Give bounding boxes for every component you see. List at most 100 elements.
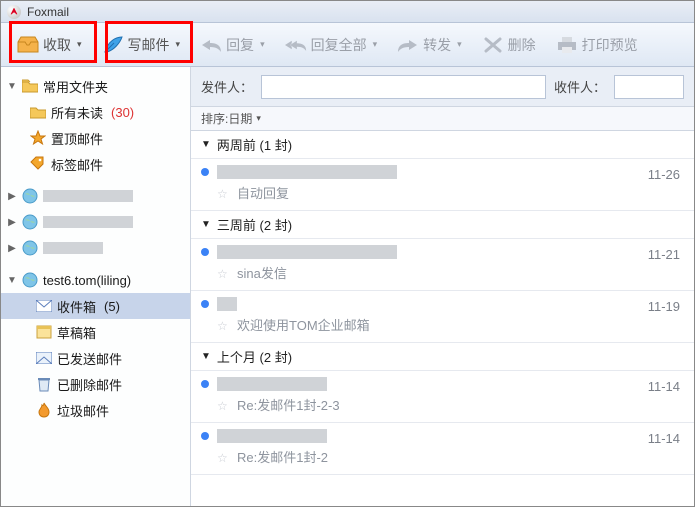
folder-icon xyxy=(21,77,39,95)
account-test6[interactable]: ▼ test6.tom(liling) xyxy=(1,267,190,293)
app-logo-icon xyxy=(7,5,21,19)
tagged-label: 标签邮件 xyxy=(51,155,103,174)
caret-right-icon: ▶ xyxy=(7,243,17,254)
star-outline-icon[interactable]: ☆ xyxy=(217,267,229,279)
print-preview-button[interactable]: 打印预览 xyxy=(550,30,644,60)
forward-label: 转发 xyxy=(423,35,451,55)
pinned-label: 置顶邮件 xyxy=(51,129,103,148)
unread-dot-icon xyxy=(201,432,209,440)
sender-input[interactable] xyxy=(261,75,546,99)
tagged-node[interactable]: 标签邮件 xyxy=(1,151,190,177)
globe-icon xyxy=(21,239,39,257)
caret-down-icon: ▼ xyxy=(7,81,17,92)
dropdown-icon: ▾ xyxy=(77,39,82,50)
sort-bar[interactable]: 排序:日期 ▾ xyxy=(191,107,694,131)
mail-from-redacted xyxy=(217,165,397,179)
account-node-1[interactable]: ▶ xyxy=(1,183,190,209)
mail-item[interactable]: 11-21 ☆ sina发信 xyxy=(191,239,694,291)
delete-button[interactable]: 删除 xyxy=(476,30,542,60)
reply-all-label: 回复全部 xyxy=(311,35,367,55)
junk-label: 垃圾邮件 xyxy=(57,401,109,420)
recipient-input[interactable] xyxy=(614,75,684,99)
trash-icon xyxy=(35,375,53,393)
drafts-icon xyxy=(35,323,53,341)
mail-from-redacted xyxy=(217,377,327,391)
mail-item[interactable]: 11-26 ☆ 自动回复 xyxy=(191,159,694,211)
caret-down-icon: ▼ xyxy=(201,139,211,150)
mail-date: 11-19 xyxy=(648,299,680,314)
junk-node[interactable]: 垃圾邮件 xyxy=(1,397,190,423)
unread-dot-icon xyxy=(201,168,209,176)
filter-bar: 发件人： 收件人： xyxy=(191,67,694,107)
sent-label: 已发送邮件 xyxy=(57,349,122,368)
pinned-node[interactable]: 置顶邮件 xyxy=(1,125,190,151)
group-label: 两周前 (1 封) xyxy=(217,135,292,154)
star-outline-icon[interactable]: ☆ xyxy=(217,451,229,463)
feather-icon xyxy=(102,34,124,56)
sort-label: 排序:日期 xyxy=(201,110,252,127)
group-label: 上个月 (2 封) xyxy=(217,347,292,366)
caret-right-icon: ▶ xyxy=(7,217,17,228)
group-header[interactable]: ▼ 上个月 (2 封) xyxy=(191,343,694,371)
reply-icon xyxy=(200,34,222,56)
dropdown-icon: ▾ xyxy=(457,39,462,50)
drafts-node[interactable]: 草稿箱 xyxy=(1,319,190,345)
inbox-label: 收件箱 xyxy=(57,297,96,316)
mail-from-redacted xyxy=(217,297,237,311)
star-outline-icon[interactable]: ☆ xyxy=(217,319,229,331)
reply-button[interactable]: 回复 ▾ xyxy=(194,30,271,60)
drafts-label: 草稿箱 xyxy=(57,323,96,342)
mail-date: 11-14 xyxy=(648,379,680,394)
all-unread-label: 所有未读 xyxy=(51,103,103,122)
reply-all-button[interactable]: 回复全部 ▾ xyxy=(279,30,384,60)
common-folders-node[interactable]: ▼ 常用文件夹 xyxy=(1,73,190,99)
group-label: 三周前 (2 封) xyxy=(217,215,292,234)
toolbar: 收取 ▾ 写邮件 ▾ 回复 ▾ 回复全部 ▾ xyxy=(1,23,694,67)
caret-down-icon: ▼ xyxy=(201,351,211,362)
deleted-node[interactable]: 已删除邮件 xyxy=(1,371,190,397)
delete-icon xyxy=(482,34,504,56)
mail-subject: sina发信 xyxy=(237,263,287,282)
sent-node[interactable]: 已发送邮件 xyxy=(1,345,190,371)
dropdown-icon: ▾ xyxy=(373,39,378,50)
group-header[interactable]: ▼ 三周前 (2 封) xyxy=(191,211,694,239)
folder-icon xyxy=(29,103,47,121)
mail-item[interactable]: 11-19 ☆欢迎使用TOM企业邮箱 xyxy=(191,291,694,343)
print-preview-label: 打印预览 xyxy=(582,35,638,55)
caret-down-icon: ▼ xyxy=(7,275,17,286)
flame-icon xyxy=(35,401,53,419)
mail-subject: 自动回复 xyxy=(237,183,289,202)
app-title: Foxmail xyxy=(27,5,69,19)
compose-button[interactable]: 写邮件 ▾ xyxy=(96,30,187,60)
star-outline-icon[interactable]: ☆ xyxy=(217,399,229,411)
mail-item[interactable]: 11-14 ☆Re:发邮件1封-2 xyxy=(191,423,694,475)
star-icon xyxy=(29,129,47,147)
main-pane: 发件人： 收件人： 排序:日期 ▾ ▼ 两周前 (1 封) 11-26 ☆ 自动回… xyxy=(191,67,694,506)
delete-label: 删除 xyxy=(508,35,536,55)
receive-button[interactable]: 收取 ▾ xyxy=(11,30,88,60)
all-unread-node[interactable]: 所有未读 (30) xyxy=(1,99,190,125)
globe-icon xyxy=(21,187,39,205)
mail-subject: Re:发邮件1封-2 xyxy=(237,447,328,466)
deleted-label: 已删除邮件 xyxy=(57,375,122,394)
caret-down-icon: ▼ xyxy=(201,219,211,230)
star-outline-icon[interactable]: ☆ xyxy=(217,187,229,199)
mail-date: 11-26 xyxy=(648,167,680,182)
account-node-3[interactable]: ▶ xyxy=(1,235,190,261)
mail-date: 11-21 xyxy=(648,247,680,262)
receive-label: 收取 xyxy=(43,35,71,55)
account-node-2[interactable]: ▶ xyxy=(1,209,190,235)
all-unread-count: (30) xyxy=(111,105,134,120)
reply-label: 回复 xyxy=(226,35,254,55)
globe-icon xyxy=(21,271,39,289)
compose-label: 写邮件 xyxy=(128,35,170,55)
inbox-node[interactable]: 收件箱 (5) xyxy=(1,293,190,319)
title-bar: Foxmail xyxy=(1,1,694,23)
reply-all-icon xyxy=(285,34,307,56)
mail-list: ▼ 两周前 (1 封) 11-26 ☆ 自动回复 ▼ 三周前 (2 封) 11-2… xyxy=(191,131,694,506)
mail-item[interactable]: 11-14 ☆Re:发邮件1封-2-3 xyxy=(191,371,694,423)
mail-from-redacted xyxy=(217,429,327,443)
forward-button[interactable]: 转发 ▾ xyxy=(391,30,468,60)
group-header[interactable]: ▼ 两周前 (1 封) xyxy=(191,131,694,159)
tag-icon xyxy=(29,155,47,173)
